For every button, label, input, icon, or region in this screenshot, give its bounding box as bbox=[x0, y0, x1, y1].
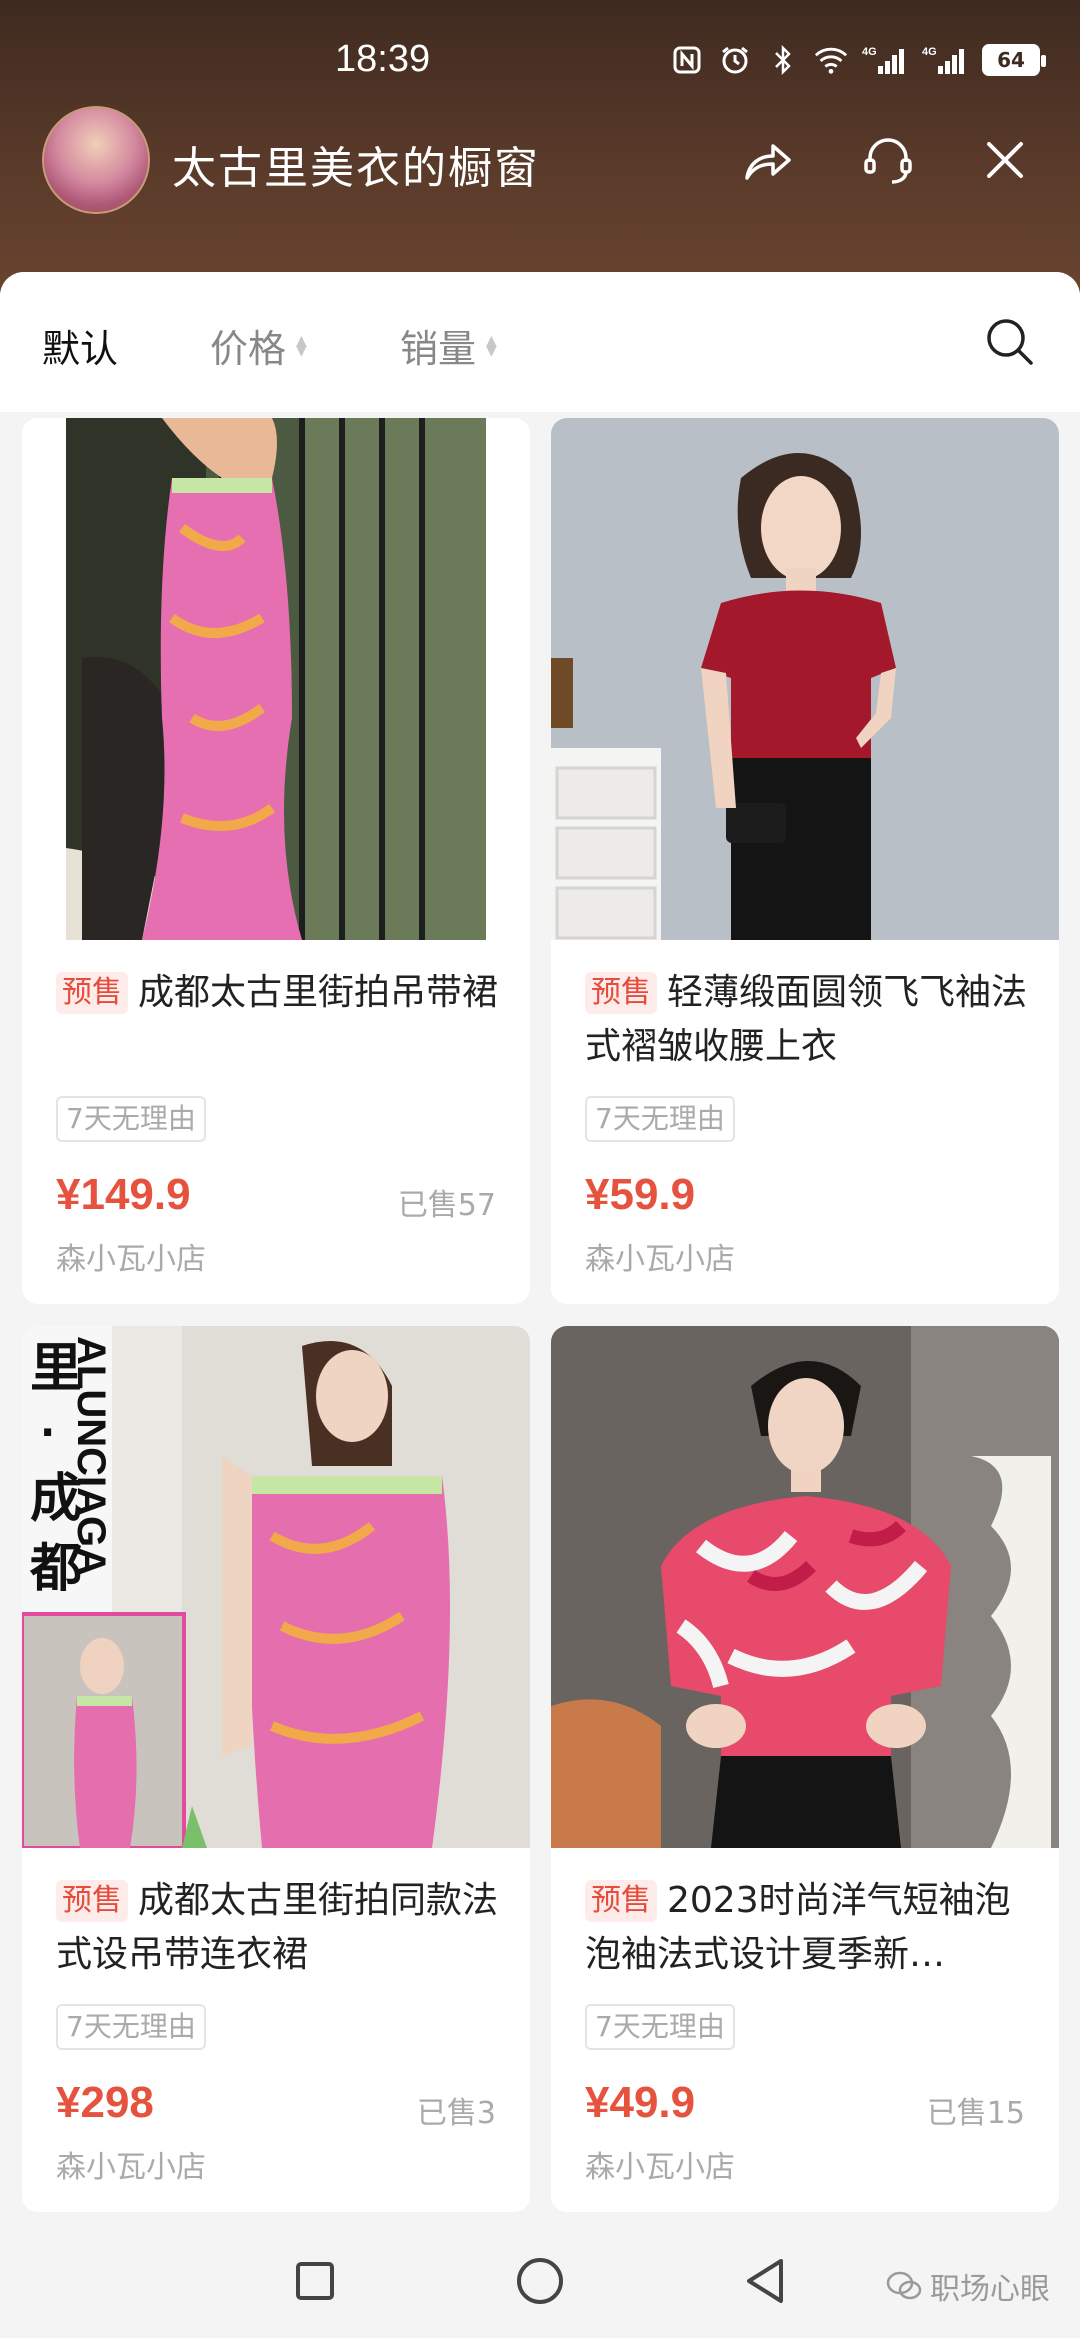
presale-badge: 预售 bbox=[56, 972, 128, 1014]
product-title-text: 成都太古里街拍吊带裙 bbox=[138, 972, 499, 1013]
svg-text:4G: 4G bbox=[862, 46, 877, 58]
share-icon bbox=[745, 144, 791, 180]
search-icon bbox=[987, 319, 1033, 365]
square-icon bbox=[296, 2262, 334, 2300]
product-panel: 默认 价格 ▲ ▼ 销量 ▲ ▼ 预售 成都太古里街拍吊带裙 7天无理由 ¥14… bbox=[0, 272, 1080, 2222]
wifi-icon bbox=[814, 43, 848, 77]
battery-icon: 64 bbox=[982, 44, 1046, 76]
return-policy-tag: 7天无理由 bbox=[56, 1096, 206, 1142]
product-image[interactable] bbox=[551, 1326, 1059, 1848]
shop-title: 太古里美衣的橱窗 bbox=[172, 143, 540, 194]
status-icons: 4G 4G 64 bbox=[670, 40, 1046, 80]
product-price: ¥49.9 bbox=[585, 2078, 696, 2127]
share-button[interactable] bbox=[735, 128, 799, 192]
return-policy-tag: 7天无理由 bbox=[585, 1096, 735, 1142]
presale-badge: 预售 bbox=[585, 972, 657, 1014]
store-name[interactable]: 森小瓦小店 bbox=[56, 2142, 206, 2186]
store-name[interactable]: 森小瓦小店 bbox=[585, 1234, 735, 1278]
watermark: 职场心眼 bbox=[886, 2264, 1050, 2308]
nfc-icon bbox=[670, 43, 704, 77]
return-policy-tag: 7天无理由 bbox=[56, 2004, 206, 2050]
product-title[interactable]: 预售 轻薄缎面圆领飞飞袖法式褶皱收腰上衣 bbox=[585, 966, 1035, 1074]
shop-header: 太古里美衣的橱窗 bbox=[0, 100, 1080, 220]
close-icon bbox=[987, 142, 1023, 178]
headset-icon bbox=[864, 138, 912, 184]
sold-count: 已售57 bbox=[397, 1188, 496, 1223]
store-name[interactable]: 森小瓦小店 bbox=[56, 1234, 206, 1278]
sort-default-label: 默认 bbox=[42, 327, 119, 371]
status-time: 18:39 bbox=[335, 38, 431, 80]
search-button[interactable] bbox=[980, 312, 1040, 372]
brand-vertical-text: ALUNCIAGA bbox=[69, 1336, 113, 1576]
product-image[interactable] bbox=[22, 418, 530, 940]
customer-service-button[interactable] bbox=[856, 128, 920, 192]
product-price: ¥149.9 bbox=[56, 1170, 191, 1219]
sort-price-label: 价格 bbox=[210, 327, 287, 371]
sort-arrows-icon: ▲ ▼ bbox=[486, 332, 497, 359]
product-title[interactable]: 预售 2023时尚洋气短袖泡泡袖法式设计夏季新… bbox=[585, 1874, 1035, 1982]
product-card[interactable]: 预售 2023时尚洋气短袖泡泡袖法式设计夏季新… 7天无理由 ¥49.9 已售15… bbox=[551, 1326, 1059, 2212]
back-triangle-icon bbox=[747, 2259, 783, 2303]
shop-avatar[interactable] bbox=[42, 106, 150, 214]
sort-sales-label: 销量 bbox=[400, 327, 477, 371]
back-button[interactable] bbox=[730, 2246, 800, 2316]
svg-text:·: · bbox=[40, 1410, 55, 1456]
alarm-icon bbox=[718, 43, 752, 77]
circle-icon bbox=[517, 2258, 563, 2304]
presale-badge: 预售 bbox=[585, 1880, 657, 1922]
wechat-icon bbox=[886, 2271, 922, 2300]
product-price: ¥59.9 bbox=[585, 1170, 696, 1219]
system-navigation-bar: 职场心眼 bbox=[0, 2222, 1080, 2338]
product-card[interactable]: 预售 成都太古里街拍吊带裙 7天无理由 ¥149.9 已售57 森小瓦小店 bbox=[22, 418, 530, 1304]
cellular-signal-icon: 4G bbox=[862, 43, 908, 77]
presale-badge: 预售 bbox=[56, 1880, 128, 1922]
sort-default-tab[interactable]: 默认 bbox=[42, 318, 118, 373]
watermark-text: 职场心眼 bbox=[930, 2272, 1050, 2307]
product-price: ¥298 bbox=[56, 2078, 154, 2127]
product-card[interactable]: 预售 轻薄缎面圆领飞飞袖法式褶皱收腰上衣 7天无理由 ¥59.9 森小瓦小店 bbox=[551, 418, 1059, 1304]
product-title[interactable]: 预售 成都太古里街拍吊带裙 bbox=[56, 966, 506, 1020]
sort-arrows-icon: ▲ ▼ bbox=[296, 332, 307, 359]
return-policy-tag: 7天无理由 bbox=[585, 2004, 735, 2050]
product-image[interactable]: 里 · 成 都 ALUNCIAGA bbox=[22, 1326, 530, 1848]
sold-count: 已售15 bbox=[926, 2096, 1025, 2131]
store-name[interactable]: 森小瓦小店 bbox=[585, 2142, 735, 2186]
cellular-signal-icon-2: 4G bbox=[922, 43, 968, 77]
recent-apps-button[interactable] bbox=[280, 2246, 350, 2316]
product-card[interactable]: 里 · 成 都 ALUNCIAGA 预售 成都太古里街拍同款法式设吊带连衣裙 7… bbox=[22, 1326, 530, 2212]
product-image[interactable] bbox=[551, 418, 1059, 940]
product-title[interactable]: 预售 成都太古里街拍同款法式设吊带连衣裙 bbox=[56, 1874, 506, 1982]
close-button[interactable] bbox=[973, 128, 1037, 192]
sort-bar: 默认 价格 ▲ ▼ 销量 ▲ ▼ bbox=[0, 272, 1080, 412]
bluetooth-icon bbox=[766, 43, 800, 77]
sort-sales-tab[interactable]: 销量 ▲ ▼ bbox=[400, 318, 497, 373]
home-button[interactable] bbox=[505, 2246, 575, 2316]
sort-price-tab[interactable]: 价格 ▲ ▼ bbox=[210, 318, 307, 373]
sold-count: 已售3 bbox=[416, 2096, 496, 2131]
svg-text:4G: 4G bbox=[922, 46, 937, 58]
